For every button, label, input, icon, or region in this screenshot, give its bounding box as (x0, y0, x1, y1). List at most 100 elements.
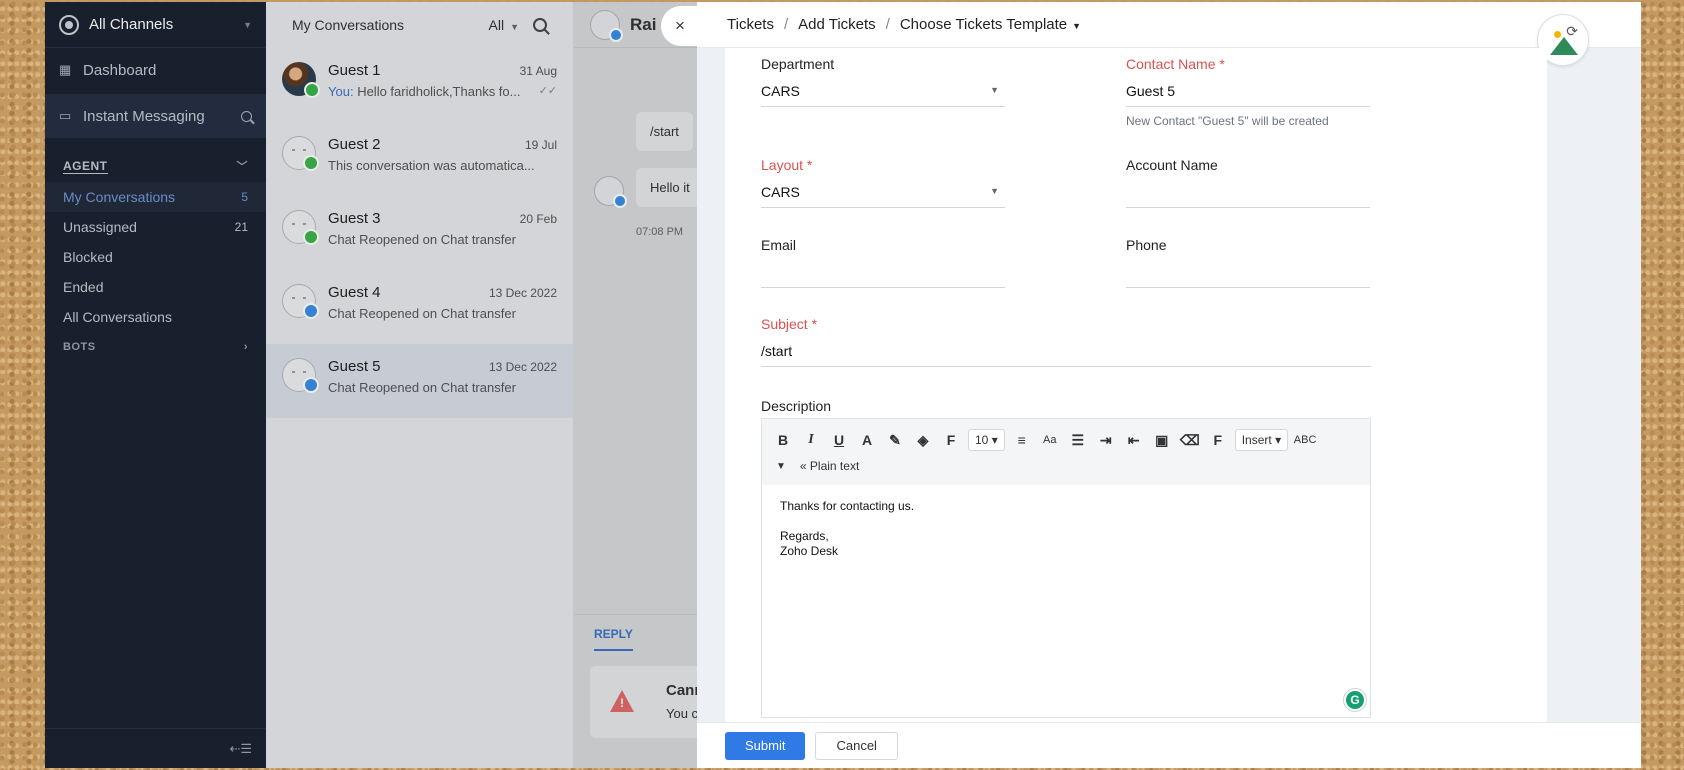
caret-down-icon[interactable]: ▼ (776, 461, 786, 472)
telegram-badge-icon (613, 194, 627, 208)
body-line: Regards, (780, 529, 829, 543)
avatar (282, 210, 319, 245)
whatsapp-badge-icon (303, 155, 319, 171)
email-input[interactable] (761, 264, 1005, 288)
search-icon[interactable] (533, 18, 547, 32)
agent-header-label: AGENT (63, 158, 108, 174)
eraser-icon[interactable]: ⌫ (1179, 429, 1201, 451)
tab-reply[interactable]: REPLY (594, 627, 633, 651)
you-prefix: You: (328, 84, 354, 99)
list-item[interactable]: Guest 1 31 Aug You: Hello faridholick,Tha… (266, 48, 573, 122)
bullet-list-icon[interactable]: ☰ (1067, 429, 1089, 451)
nav-item-label: Ended (63, 279, 104, 295)
nav-item-blocked[interactable]: Blocked (45, 242, 266, 272)
outdent-icon[interactable]: ⇤ (1123, 429, 1145, 451)
plain-text-toggle[interactable]: « Plain text (800, 459, 859, 473)
account-name-field: Account Name (1126, 157, 1370, 208)
field-label-text: Layout (761, 157, 804, 173)
conversation-name: Guest 1 (328, 62, 381, 79)
phone-input[interactable] (1126, 264, 1370, 288)
channels-icon (59, 14, 79, 35)
description-label: Description (761, 398, 832, 414)
warning-icon (610, 690, 634, 712)
nav-item-label: My Conversations (63, 189, 176, 205)
contact-name-input[interactable]: Guest 5 (1126, 83, 1370, 107)
template-chooser-label: Choose Tickets Template (899, 16, 1068, 33)
breadcrumb: Tickets / Add Tickets / Choose Tickets T… (697, 2, 1641, 48)
grammarly-icon[interactable]: G (1344, 689, 1366, 711)
subject-field: Subject * /start (761, 316, 1371, 367)
indent-icon[interactable]: ⇥ (1095, 429, 1117, 451)
highlight-icon[interactable]: ✎ (884, 429, 906, 451)
nav-item-ended[interactable]: Ended (45, 272, 266, 302)
description-editor: B I U A ✎ ◈ F 10 ▾ ≡ Aa ☰ ⇥ ⇤ ▣ ⌫ F Inse… (761, 418, 1371, 718)
bots-header-label: BOTS (63, 341, 96, 353)
italic-button[interactable]: I (800, 429, 822, 451)
refresh-icon: ⟳ (1566, 23, 1578, 39)
image-icon[interactable]: ▣ (1151, 429, 1173, 451)
ticket-form: Department CARS ▼ Contact Name * Guest 5 … (725, 48, 1547, 722)
field-label: Email (761, 237, 797, 253)
bold-button[interactable]: B (772, 429, 794, 451)
field-label: Contact Name * (1126, 56, 1225, 72)
font-color-icon[interactable]: A (856, 429, 878, 451)
nav-item-my-conversations[interactable]: My Conversations 5 (45, 182, 266, 212)
agent-section-header[interactable]: AGENT ﹀ (45, 150, 266, 182)
template-chooser[interactable]: Choose Tickets Template ▼ (900, 16, 1081, 33)
nav-dashboard[interactable]: ▦ Dashboard (45, 48, 266, 92)
collapse-nav-button[interactable]: ⇠☰ (45, 728, 266, 768)
input-value: /start (761, 343, 793, 359)
department-select[interactable]: CARS ▼ (761, 83, 1005, 107)
chevron-right-icon: › (243, 341, 248, 353)
chevron-down-icon: ﹀ (236, 161, 248, 173)
insert-dropdown[interactable]: Insert ▾ (1234, 429, 1289, 451)
align-left-icon[interactable]: ≡ (1011, 429, 1033, 451)
font-size-select[interactable]: 10 ▾ (968, 429, 1005, 451)
chevron-down-icon: ▼ (990, 85, 999, 95)
select-value: CARS (761, 83, 800, 99)
field-label-text: Contact Name (1126, 56, 1216, 72)
underline-button[interactable]: U (828, 429, 850, 451)
cancel-button[interactable]: Cancel (815, 731, 898, 760)
conversation-list: My Conversations All ▼ Guest 1 31 Aug You:… (266, 2, 574, 768)
fill-icon[interactable]: ◈ (912, 429, 934, 451)
text-case-icon[interactable]: Aa (1039, 429, 1061, 451)
list-item[interactable]: Guest 3 20 Feb Chat Reopened on Chat tran… (266, 196, 573, 270)
list-item[interactable]: Guest 4 13 Dec 2022 Chat Reopened on Chat… (266, 270, 573, 344)
nav-instant-messaging[interactable]: ▭ Instant Messaging (45, 94, 266, 138)
conversation-date: 13 Dec 2022 (488, 286, 557, 300)
nav-item-label: Unassigned (63, 219, 137, 235)
email-field: Email (761, 237, 1005, 288)
channel-switcher[interactable]: All Channels ▼ (45, 2, 266, 48)
font-family-icon[interactable]: F (940, 429, 962, 451)
contact-name-field: Contact Name * Guest 5 New Contact "Gues… (1126, 56, 1370, 128)
conversation-filter[interactable]: All ▼ (489, 17, 519, 33)
search-icon[interactable] (241, 110, 252, 122)
list-item[interactable]: Guest 2 19 Jul This conversation was auto… (266, 122, 573, 196)
description-textarea[interactable]: Thanks for contacting us. Regards, Zoho … (762, 485, 1370, 573)
input-value: Guest 5 (1126, 83, 1176, 99)
spellcheck-icon[interactable]: ABC (1294, 429, 1317, 451)
nav-dashboard-label: Dashboard (83, 61, 157, 79)
layout-select[interactable]: CARS ▼ (761, 184, 1005, 208)
subject-input[interactable]: /start (761, 343, 1371, 367)
nav-item-unassigned[interactable]: Unassigned 21 (45, 212, 266, 242)
conversation-date: 31 Aug (519, 64, 557, 78)
layout-field: Layout * CARS ▼ (761, 157, 1005, 208)
nav-item-count: 5 (241, 190, 248, 204)
submit-button[interactable]: Submit (725, 731, 806, 760)
body-line: Thanks for contacting us. (780, 499, 915, 513)
bots-section-header[interactable]: BOTS › (45, 332, 266, 362)
left-nav: All Channels ▼ ▦ Dashboard ▭ Instant Mes… (45, 2, 266, 768)
editor-toolbar: B I U A ✎ ◈ F 10 ▾ ≡ Aa ☰ ⇥ ⇤ ▣ ⌫ F Inse… (762, 419, 1370, 485)
telegram-badge-icon (303, 303, 319, 319)
breadcrumb-tickets[interactable]: Tickets (727, 16, 774, 33)
nav-item-all-conversations[interactable]: All Conversations (45, 302, 266, 332)
account-name-input[interactable] (1126, 184, 1370, 208)
avatar (282, 62, 320, 98)
close-icon: × (675, 16, 685, 35)
avatar (282, 358, 319, 393)
telegram-badge-icon (609, 27, 623, 42)
format-icon[interactable]: F (1207, 429, 1229, 451)
list-item[interactable]: Guest 5 13 Dec 2022 Chat Reopened on Chat… (266, 344, 573, 418)
